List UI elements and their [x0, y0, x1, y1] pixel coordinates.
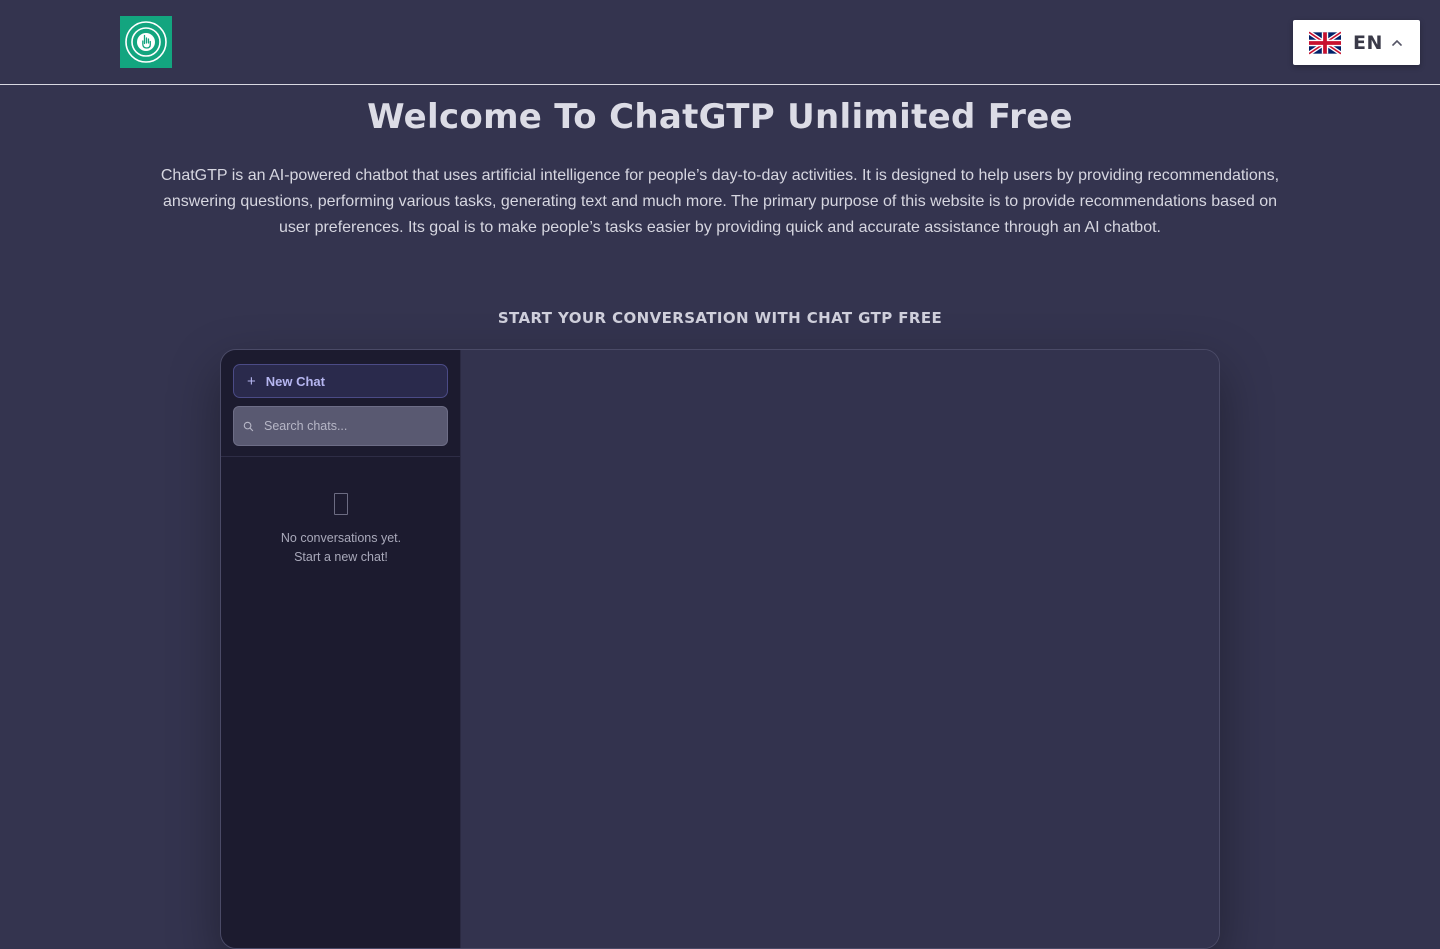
search-input[interactable] — [264, 419, 434, 433]
new-chat-button[interactable]: + New Chat — [233, 364, 448, 398]
language-code: EN — [1353, 31, 1383, 54]
page-title: Welcome To ChatGTP Unlimited Free — [367, 97, 1073, 137]
empty-state-line2: Start a new chat! — [294, 550, 388, 564]
empty-state-line1: No conversations yet. — [280, 531, 402, 545]
uk-flag-icon — [1309, 30, 1341, 55]
search-icon — [243, 421, 254, 431]
chat-sidebar: + New Chat No conversations yet. Start a… — [221, 350, 461, 948]
site-header: EN — [0, 0, 1440, 85]
new-chat-label: New Chat — [265, 373, 325, 389]
language-selector[interactable]: EN — [1293, 20, 1420, 65]
intro-paragraph: ChatGTP is an AI-powered chatbot that us… — [160, 167, 1280, 236]
chat-widget: + New Chat No conversations yet. Start a… — [220, 349, 1220, 949]
chat-placeholder-icon — [334, 493, 348, 515]
pointer-hand-icon — [125, 21, 167, 63]
empty-state: No conversations yet. Start a new chat! — [221, 493, 461, 567]
site-logo[interactable] — [120, 16, 172, 68]
sidebar-controls: + New Chat — [221, 350, 460, 457]
chat-main-pane — [461, 350, 1219, 948]
section-subtitle: START YOUR CONVERSATION WITH CHAT GTP FR… — [497, 309, 943, 327]
plus-icon: + — [247, 372, 256, 390]
search-box — [233, 406, 448, 446]
chevron-up-icon — [1392, 39, 1402, 46]
